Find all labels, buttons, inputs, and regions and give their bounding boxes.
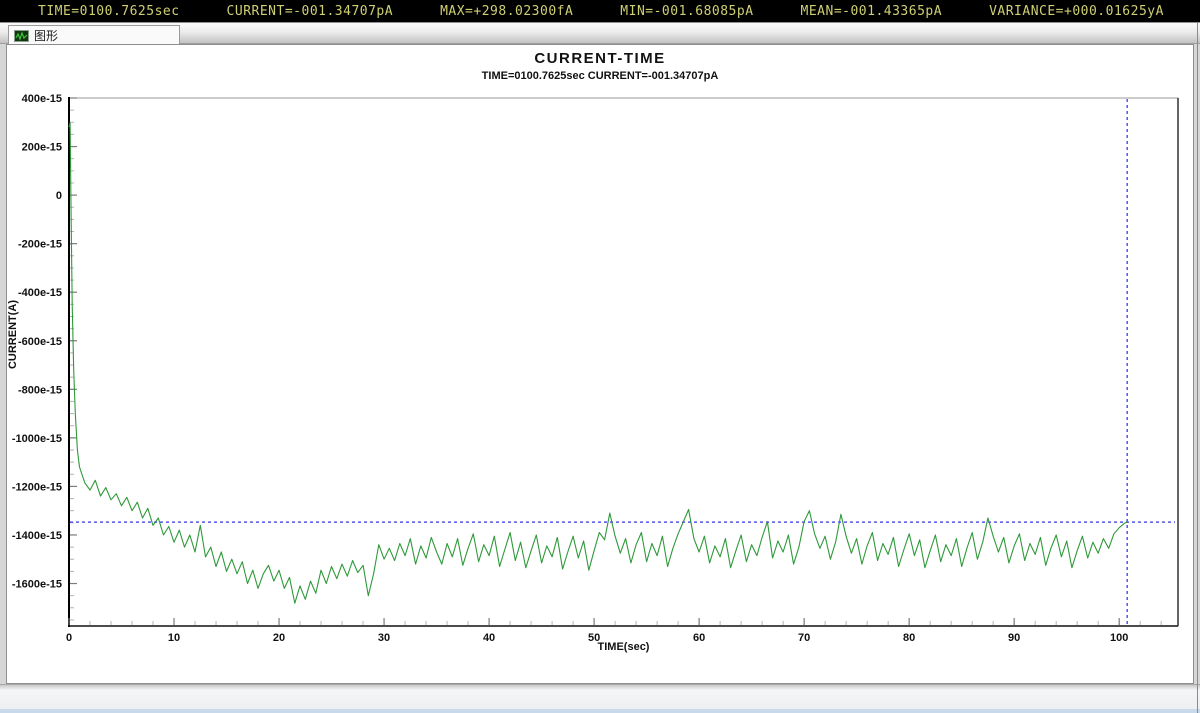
tab-strip: 图形 — [0, 22, 1200, 44]
status-time: TIME=0100.7625sec — [38, 4, 180, 19]
y-tick-label: -800e-15 — [18, 384, 62, 396]
x-tick-label: 80 — [903, 632, 915, 644]
series-current-line — [69, 123, 1127, 603]
y-tick-label: -400e-15 — [18, 287, 62, 299]
x-tick-label: 40 — [483, 632, 495, 644]
chart-panel: CURRENT-TIME TIME=0100.7625sec CURRENT=-… — [6, 44, 1194, 684]
y-tick-label: 200e-15 — [22, 142, 62, 154]
x-tick-label: 50 — [588, 632, 600, 644]
x-tick-label: 10 — [168, 632, 180, 644]
status-min: MIN=-001.68085pA — [620, 4, 753, 19]
x-tick-label: 30 — [378, 632, 390, 644]
y-tick-label: -1400e-15 — [12, 530, 62, 542]
status-max: MAX=+298.02300fA — [440, 4, 573, 19]
y-tick-label: 400e-15 — [22, 93, 62, 105]
y-tick-label: -600e-15 — [18, 336, 62, 348]
y-tick-label: -200e-15 — [18, 239, 62, 251]
y-tick-label: -1200e-15 — [12, 481, 62, 493]
plot-area[interactable]: 0 10 20 30 40 50 60 70 80 90 100 400e-15 200e-15 0 -20… — [7, 45, 1193, 683]
x-tick-label: 90 — [1008, 632, 1020, 644]
waveform-icon — [14, 30, 29, 42]
bottom-blue-bar — [0, 709, 1200, 713]
status-mean: MEAN=-001.43365pA — [801, 4, 943, 19]
x-tick-label: 0 — [66, 632, 72, 644]
tab-graph[interactable]: 图形 — [8, 25, 180, 45]
window-right-edge — [1197, 22, 1198, 713]
y-tick-label: 0 — [56, 190, 62, 202]
plot-frame — [69, 98, 1178, 626]
x-tick-label: 20 — [273, 632, 285, 644]
x-tick-label: 60 — [693, 632, 705, 644]
status-bar: TIME=0100.7625sec CURRENT=-001.34707pA M… — [0, 0, 1200, 22]
status-current: CURRENT=-001.34707pA — [227, 4, 394, 19]
x-tick-label: 100 — [1110, 632, 1128, 644]
bottom-strip — [0, 684, 1200, 713]
x-tick-label: 70 — [798, 632, 810, 644]
y-tick-label: -1000e-15 — [12, 433, 62, 445]
status-variance: VARIANCE=+000.01625yA — [989, 4, 1164, 19]
tab-label: 图形 — [34, 27, 58, 44]
y-tick-label: -1600e-15 — [12, 579, 62, 591]
